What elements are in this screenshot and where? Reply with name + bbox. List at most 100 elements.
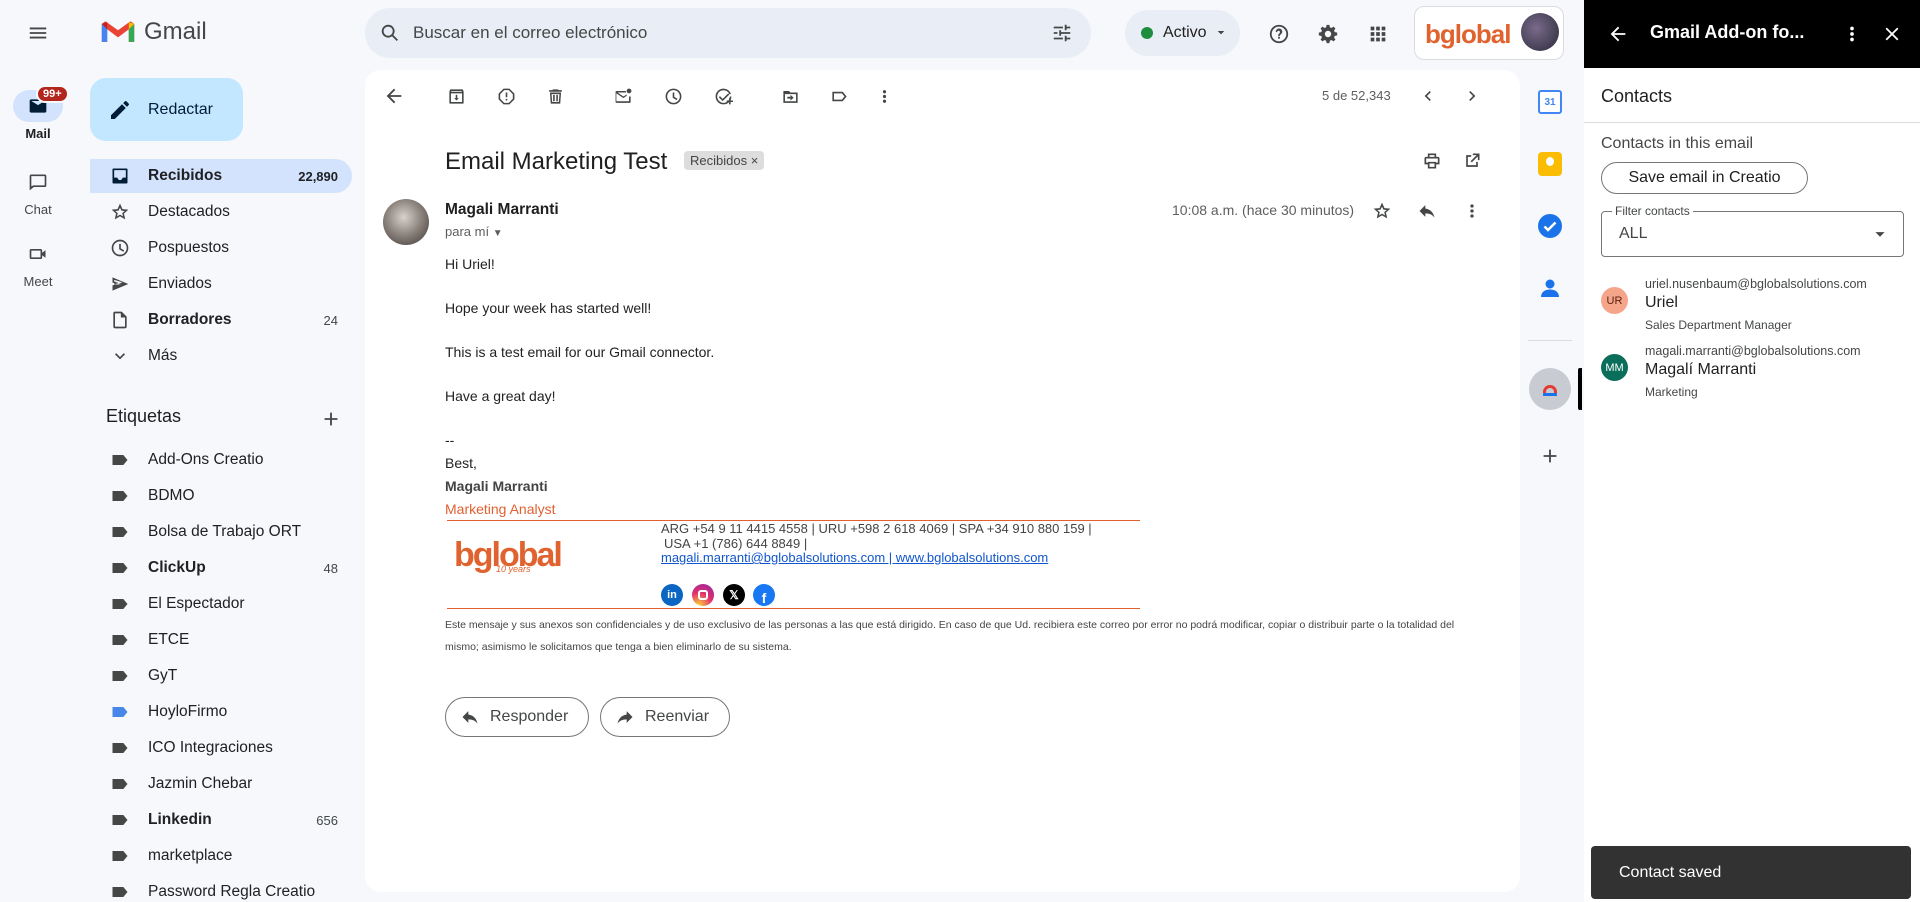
- labels-heading: Etiquetas: [106, 406, 182, 426]
- open-new-window-icon[interactable]: [1456, 145, 1488, 177]
- label-item-name: GyT: [148, 667, 178, 684]
- addon-header: Gmail Add-on fo...: [1584, 0, 1920, 68]
- rail-chat[interactable]: Chat: [0, 166, 76, 217]
- snooze-clock-icon[interactable]: [657, 80, 689, 112]
- search-icon[interactable]: [379, 22, 401, 44]
- signature-email-link[interactable]: magali.marranti@bglobalsolutions.com: [661, 550, 885, 565]
- label-item[interactable]: HoyloFirmo: [90, 695, 352, 729]
- linkedin-icon[interactable]: in: [661, 584, 683, 606]
- settings-gear-icon[interactable]: [1309, 15, 1347, 53]
- nav-item-sent[interactable]: Enviados: [90, 267, 352, 301]
- forward-label: Reenviar: [645, 708, 710, 725]
- label-item-count: 656: [316, 812, 338, 828]
- label-tag-icon[interactable]: [823, 80, 855, 112]
- instagram-icon[interactable]: [692, 584, 714, 606]
- email-disclaimer: Este mensaje y sus anexos son confidenci…: [445, 619, 1455, 653]
- older-chevron-right-icon[interactable]: [1456, 80, 1488, 112]
- label-item[interactable]: El Espectador: [90, 587, 352, 621]
- search-input[interactable]: [413, 23, 1051, 43]
- search-filters-icon[interactable]: [1051, 22, 1073, 44]
- nav-item-inbox[interactable]: Recibidos 22,890: [90, 159, 352, 193]
- more-vert-icon[interactable]: [868, 80, 900, 112]
- signature-title: Marketing Analyst: [445, 501, 556, 517]
- recipient-details[interactable]: para mí ▼: [445, 224, 503, 239]
- report-spam-icon[interactable]: [490, 80, 522, 112]
- add-task-icon[interactable]: [707, 80, 739, 112]
- sender-avatar[interactable]: [383, 199, 429, 245]
- back-arrow-icon[interactable]: [1602, 18, 1634, 50]
- contact-name: Uriel: [1645, 294, 1678, 311]
- gmail-m-icon: [101, 21, 135, 42]
- tasks-icon[interactable]: [1538, 214, 1562, 238]
- label-item[interactable]: Jazmin Chebar: [90, 767, 352, 801]
- filter-contacts-select[interactable]: Filter contacts ALL: [1601, 204, 1904, 257]
- print-icon[interactable]: [1416, 145, 1448, 177]
- clock-icon: [111, 239, 129, 257]
- more-vert-icon[interactable]: [1836, 18, 1868, 50]
- back-arrow-icon[interactable]: [378, 80, 410, 112]
- label-item[interactable]: Password Regla Creatio: [90, 875, 352, 902]
- inbox-label-chip[interactable]: Recibidos ×: [684, 151, 765, 170]
- label-item[interactable]: ClickUp 48: [90, 551, 352, 585]
- star-icon[interactable]: [1366, 195, 1398, 227]
- sender-name[interactable]: Magali Marranti: [445, 201, 559, 219]
- keep-icon[interactable]: [1538, 152, 1562, 176]
- more-vert-icon[interactable]: [1456, 195, 1488, 227]
- rail-meet[interactable]: Meet: [0, 238, 76, 289]
- x-twitter-icon[interactable]: 𝕏: [723, 584, 745, 606]
- gmail-logo[interactable]: Gmail: [100, 18, 207, 46]
- label-item[interactable]: Bolsa de Trabajo ORT: [90, 515, 352, 549]
- nav-item-snoozed[interactable]: Pospuestos: [90, 231, 352, 265]
- contact-email: uriel.nusenbaum@bglobalsolutions.com: [1645, 277, 1867, 291]
- compose-button[interactable]: Redactar: [90, 78, 243, 141]
- facebook-icon[interactable]: f: [753, 584, 775, 606]
- delete-trash-icon[interactable]: [539, 80, 571, 112]
- reply-button[interactable]: Responder: [445, 697, 590, 737]
- account-switcher[interactable]: bglobal: [1414, 6, 1564, 60]
- add-label-icon[interactable]: [316, 404, 346, 434]
- label-tag-icon: [112, 635, 128, 645]
- label-item-name: ClickUp: [148, 559, 206, 576]
- star-icon: [111, 203, 129, 220]
- label-item[interactable]: BDMO: [90, 479, 352, 513]
- apps-grid-icon[interactable]: [1359, 15, 1397, 53]
- label-item[interactable]: GyT: [90, 659, 352, 693]
- label-item[interactable]: Linkedin 656: [90, 803, 352, 837]
- newer-chevron-left-icon[interactable]: [1412, 80, 1444, 112]
- reply-label: Responder: [490, 708, 569, 725]
- label-item[interactable]: ICO Integraciones: [90, 731, 352, 765]
- nav-item-more[interactable]: Más: [90, 339, 352, 373]
- nav-item-starred[interactable]: Destacados: [90, 195, 352, 229]
- label-tag-icon: [112, 851, 128, 861]
- label-tag-icon: [112, 491, 128, 501]
- contacts-icon[interactable]: [1538, 276, 1562, 300]
- help-icon[interactable]: [1260, 15, 1298, 53]
- label-item[interactable]: Add-Ons Creatio: [90, 443, 352, 477]
- label-tag-icon: [112, 779, 128, 789]
- active-addon-indicator: [1578, 368, 1582, 410]
- remove-label-icon[interactable]: ×: [751, 153, 759, 168]
- close-icon[interactable]: [1876, 18, 1908, 50]
- signature-phone-line: USA +1 (786) 644 8849 |: [664, 536, 808, 551]
- label-tag-icon: [112, 815, 128, 825]
- label-item[interactable]: ETCE: [90, 623, 352, 657]
- addon-panel: Gmail Add-on fo... Contacts Contacts in …: [1584, 0, 1920, 902]
- move-to-folder-icon[interactable]: [774, 80, 806, 112]
- archive-icon[interactable]: [440, 80, 472, 112]
- forward-button[interactable]: Reenviar: [600, 697, 731, 737]
- status-selector[interactable]: Activo: [1125, 10, 1240, 56]
- reply-icon[interactable]: [1411, 195, 1443, 227]
- label-item-name: Linkedin: [148, 811, 212, 828]
- signature-web-link[interactable]: www.bglobalsolutions.com: [896, 550, 1048, 565]
- add-addon-icon[interactable]: [1534, 440, 1566, 472]
- creatio-addon-icon[interactable]: [1529, 368, 1571, 410]
- calendar-icon[interactable]: 31: [1538, 90, 1562, 114]
- save-email-button[interactable]: Save email in Creatio: [1601, 162, 1808, 194]
- search-bar[interactable]: [365, 8, 1091, 58]
- label-item[interactable]: marketplace: [90, 839, 352, 873]
- chevron-down-icon: [115, 353, 125, 360]
- caret-down-icon: ▼: [492, 228, 503, 239]
- mark-unread-icon[interactable]: [607, 80, 639, 112]
- nav-item-drafts[interactable]: Borradores 24: [90, 303, 352, 337]
- main-menu-icon[interactable]: [18, 16, 58, 50]
